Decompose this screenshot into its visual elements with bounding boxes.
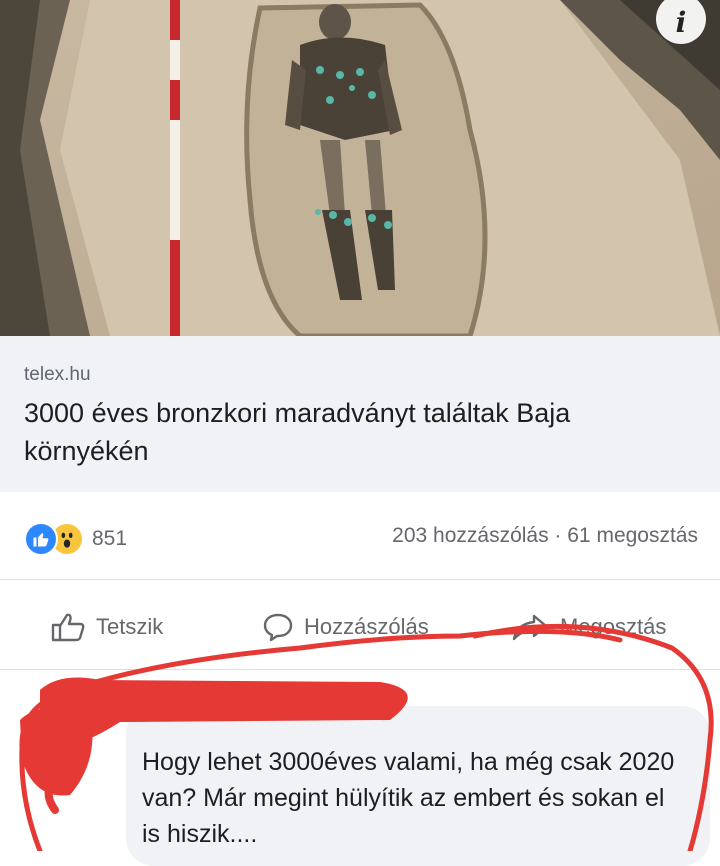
like-button[interactable]: Tetszik <box>50 612 163 642</box>
like-button-label: Tetszik <box>96 614 164 639</box>
thumbs-up-icon <box>51 613 85 642</box>
comment-bubble[interactable]: Hogy lehet 3000éves valami, ha még csak … <box>126 706 710 866</box>
comment-button[interactable]: Hozzászólás <box>262 612 429 642</box>
link-headline[interactable]: 3000 éves bronzkori maradványt találtak … <box>24 394 694 470</box>
comment-text: Hogy lehet 3000éves valami, ha még csak … <box>142 748 675 848</box>
skeleton-excavation-image <box>0 0 720 336</box>
link-domain: telex.hu <box>24 364 91 385</box>
like-reaction-icon <box>24 522 58 556</box>
comment-share-counts[interactable]: 203 hozzászólás · 61 megosztás <box>392 524 698 548</box>
article-photo[interactable]: i <box>0 0 720 336</box>
share-button-label: Megosztás <box>560 614 667 639</box>
share-button[interactable]: Megosztás <box>510 612 666 642</box>
link-preview[interactable]: telex.hu 3000 éves bronzkori maradványt … <box>0 336 720 492</box>
share-icon <box>512 614 548 641</box>
reaction-count: 851 <box>92 527 128 550</box>
comment-button-label: Hozzászólás <box>304 614 429 639</box>
comment-icon <box>263 613 293 642</box>
reactions-summary[interactable]: 851 <box>24 522 127 556</box>
